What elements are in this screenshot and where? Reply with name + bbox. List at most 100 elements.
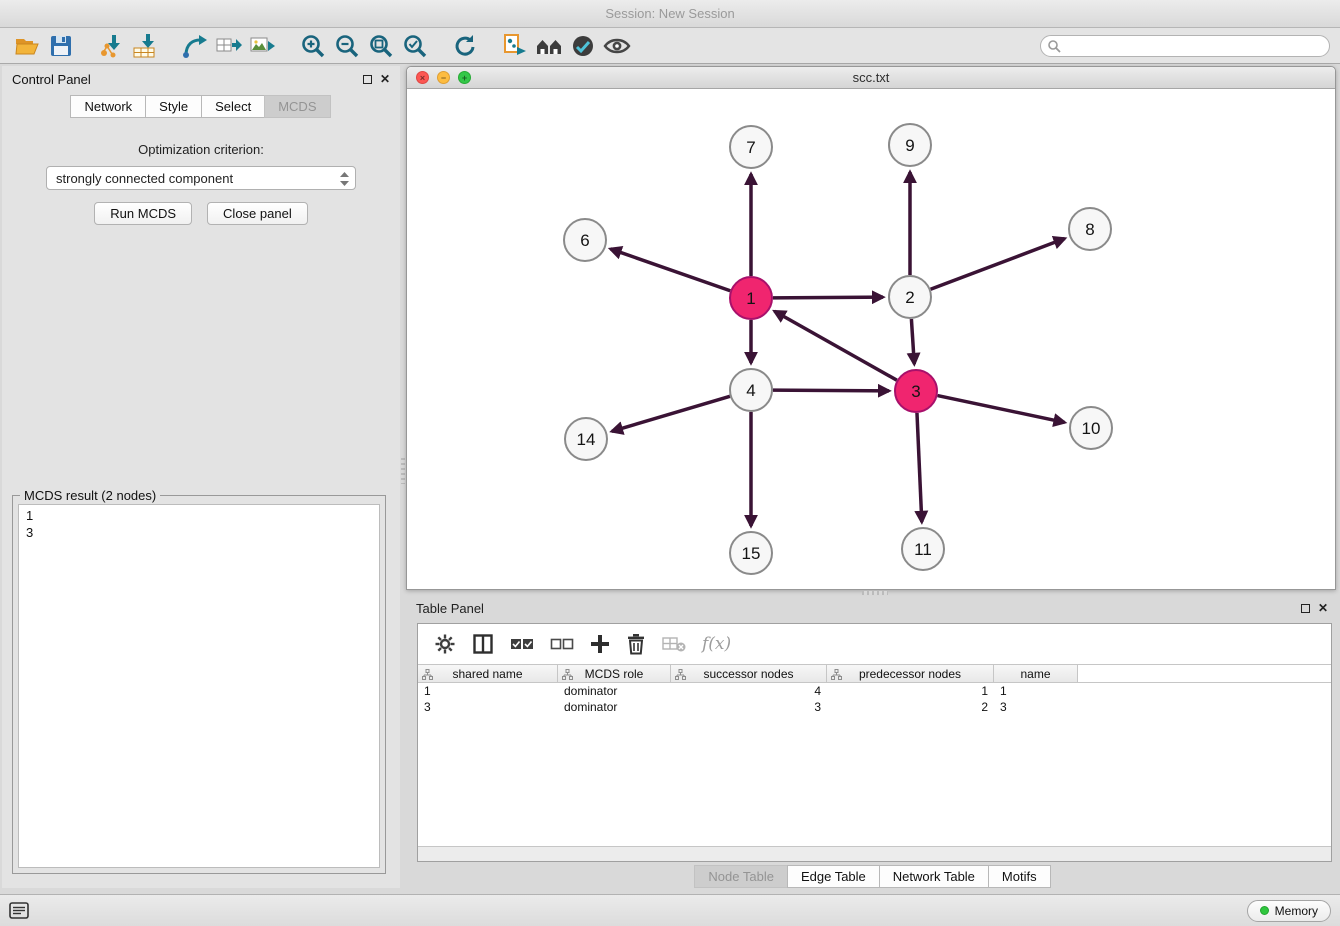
gear-icon[interactable] (434, 633, 456, 655)
mcds-result-group: MCDS result (2 nodes) 1 3 (12, 495, 386, 874)
apply-style-icon[interactable] (566, 31, 600, 61)
table-row[interactable]: 1 dominator 4 1 1 (418, 683, 1331, 699)
graph-node-9[interactable]: 9 (889, 124, 931, 166)
refresh-icon[interactable] (448, 31, 482, 61)
zoom-in-icon[interactable] (296, 31, 330, 61)
control-panel-title: Control Panel (12, 72, 91, 87)
horizontal-scrollbar[interactable] (418, 846, 1331, 861)
tab-mcds[interactable]: MCDS (264, 95, 330, 118)
svg-text:6: 6 (580, 231, 589, 250)
graph-node-6[interactable]: 6 (564, 219, 606, 261)
tab-motifs[interactable]: Motifs (988, 865, 1051, 888)
result-line: 3 (26, 524, 372, 541)
run-mcds-button[interactable]: Run MCDS (94, 202, 192, 225)
first-neighbors-icon[interactable] (532, 31, 566, 61)
graph-node-10[interactable]: 10 (1070, 407, 1112, 449)
export-image-icon[interactable] (246, 31, 280, 61)
minimize-window-icon[interactable]: − (437, 71, 450, 84)
graph-edge-3-1[interactable] (775, 311, 897, 380)
close-table-panel-icon[interactable]: ✕ (1318, 602, 1328, 614)
status-bar: Memory (0, 894, 1340, 926)
function-builder-button[interactable]: f(x) (702, 634, 731, 654)
import-network-icon[interactable] (94, 31, 128, 61)
graph-edge-3-11[interactable] (917, 413, 922, 522)
svg-text:15: 15 (742, 544, 761, 563)
search-field-wrap (1040, 35, 1330, 57)
zoom-selected-icon[interactable] (398, 31, 432, 61)
graph-node-1[interactable]: 1 (730, 277, 772, 319)
column-edit-icon (422, 669, 433, 683)
graph-node-14[interactable]: 14 (565, 418, 607, 460)
graph-node-4[interactable]: 4 (730, 369, 772, 411)
zoom-fit-icon[interactable] (364, 31, 398, 61)
graph-edge-1-2[interactable] (773, 297, 883, 298)
mcds-result-text[interactable]: 1 3 (18, 504, 380, 868)
zoom-out-icon[interactable] (330, 31, 364, 61)
graph-edge-4-3[interactable] (773, 390, 889, 391)
criterion-dropdown[interactable]: strongly connected component (46, 166, 356, 190)
graph-svg[interactable]: 7 9 6 8 1 2 4 3 10 14 15 11 (407, 89, 1335, 589)
memory-label: Memory (1275, 904, 1318, 918)
graph-node-11[interactable]: 11 (902, 528, 944, 570)
tab-select[interactable]: Select (201, 95, 265, 118)
command-panel-icon[interactable] (9, 902, 29, 919)
column-header-shared-name[interactable]: shared name (418, 665, 558, 682)
search-input[interactable] (1040, 35, 1330, 57)
graph-node-15[interactable]: 15 (730, 532, 772, 574)
open-file-icon[interactable] (10, 31, 44, 61)
export-table-icon[interactable] (212, 31, 246, 61)
graph-node-2[interactable]: 2 (889, 276, 931, 318)
maximize-window-icon[interactable]: + (458, 71, 471, 84)
export-network-icon[interactable] (178, 31, 212, 61)
tab-network-table[interactable]: Network Table (879, 865, 989, 888)
column-header-predecessor-nodes[interactable]: predecessor nodes (827, 665, 994, 682)
svg-text:4: 4 (746, 381, 755, 400)
table-panel: Table Panel ✕ (406, 596, 1340, 888)
tab-edge-table[interactable]: Edge Table (787, 865, 880, 888)
float-table-panel-icon[interactable] (1301, 604, 1310, 613)
memory-button[interactable]: Memory (1247, 900, 1331, 922)
column-header-successor-nodes[interactable]: successor nodes (671, 665, 827, 682)
close-panel-button[interactable]: Close panel (207, 202, 308, 225)
tab-network[interactable]: Network (70, 95, 146, 118)
svg-text:2: 2 (905, 288, 914, 307)
network-from-selection-icon[interactable] (498, 31, 532, 61)
control-panel-tabs: Network Style Select MCDS (2, 95, 400, 118)
tab-node-table[interactable]: Node Table (694, 865, 788, 888)
table-panel-title: Table Panel (416, 601, 484, 616)
close-window-icon[interactable]: × (416, 71, 429, 84)
graph-node-8[interactable]: 8 (1069, 208, 1111, 250)
graph-node-7[interactable]: 7 (730, 126, 772, 168)
delete-column-icon[interactable] (626, 633, 646, 655)
close-panel-icon[interactable]: ✕ (380, 73, 390, 85)
svg-text:9: 9 (905, 136, 914, 155)
table-toolbar: f(x) (418, 624, 1331, 664)
svg-text:1: 1 (746, 289, 755, 308)
svg-text:8: 8 (1085, 220, 1094, 239)
mcds-result-title: MCDS result (2 nodes) (20, 488, 160, 503)
columns-icon[interactable] (472, 633, 494, 655)
save-session-icon[interactable] (44, 31, 78, 61)
add-column-icon[interactable] (590, 634, 610, 654)
table-row[interactable]: 3 dominator 3 2 3 (418, 699, 1331, 715)
show-hide-icon[interactable] (600, 31, 634, 61)
control-panel: Control Panel ✕ Network Style Select MCD… (2, 66, 400, 888)
graph-edge-2-8[interactable] (931, 239, 1065, 290)
criterion-dropdown-value: strongly connected component (56, 171, 233, 186)
tab-style[interactable]: Style (145, 95, 202, 118)
horizontal-splitter[interactable] (862, 591, 888, 595)
select-all-icon[interactable] (510, 636, 534, 652)
delete-table-icon[interactable] (662, 635, 686, 653)
float-panel-icon[interactable] (363, 75, 372, 84)
graph-edge-1-6[interactable] (610, 249, 730, 291)
import-table-icon[interactable] (128, 31, 162, 61)
graph-edge-3-10[interactable] (938, 396, 1065, 423)
deselect-all-icon[interactable] (550, 636, 574, 652)
column-edit-icon (675, 669, 686, 683)
graph-edge-4-14[interactable] (612, 396, 730, 431)
network-window-titlebar[interactable]: scc.txt × − + (407, 67, 1335, 89)
graph-edge-2-3[interactable] (911, 319, 914, 364)
column-header-mcds-role[interactable]: MCDS role (558, 665, 671, 682)
graph-node-3[interactable]: 3 (895, 370, 937, 412)
column-header-name[interactable]: name (994, 665, 1078, 682)
